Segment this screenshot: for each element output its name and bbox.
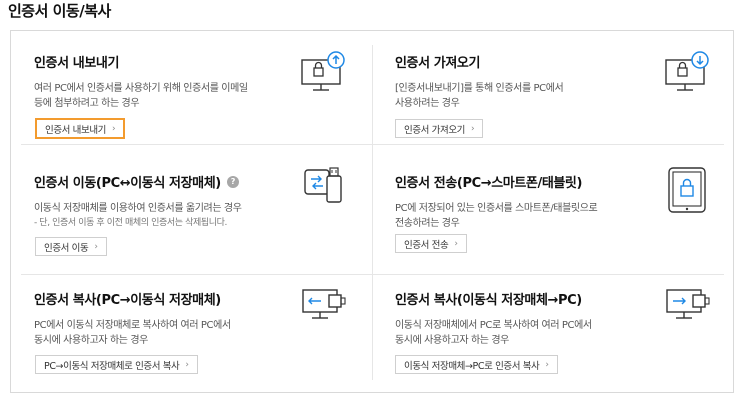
certificate-panel: 인증서 내보내기 여러 PC에서 인증서를 사용하기 위해 인증서를 이메일 등… xyxy=(10,30,734,393)
chevron-right-icon: › xyxy=(94,241,98,252)
desc-line: [인증서내보내기]를 통해 인증서를 PC에서 xyxy=(395,83,564,94)
help-icon[interactable]: ? xyxy=(226,175,239,188)
pc-usb-transfer-icon xyxy=(299,164,347,210)
monitor-copy-left-icon xyxy=(299,286,347,326)
card-title-text: 인증서 이동(PC↔이동식 저장매체) xyxy=(34,176,221,191)
monitor-download-icon xyxy=(663,50,711,94)
card-import: 인증서 가져오기 [인증서내보내기]를 통해 인증서를 PC에서 사용하려는 경… xyxy=(395,52,675,111)
card-desc: 이동식 저장매체에서 PC로 복사하여 여러 PC에서 동시에 사용하고자 하는… xyxy=(395,318,695,348)
chevron-right-icon: › xyxy=(454,238,458,249)
move-certificate-button[interactable]: 인증서 이동 › xyxy=(35,237,107,256)
monitor-copy-right-icon xyxy=(663,286,711,326)
page-title: 인증서 이동/복사 xyxy=(8,2,111,20)
card-desc: 여러 PC에서 인증서를 사용하기 위해 인증서를 이메일 등에 첨부하려고 하… xyxy=(34,81,334,111)
send-certificate-button[interactable]: 인증서 전송 › xyxy=(395,234,467,253)
desc-line: 전송하려는 경우 xyxy=(395,218,460,229)
desc-line: 이동식 저장매체에서 PC로 복사하여 여러 PC에서 xyxy=(395,320,592,331)
button-label: PC→이동식 저장매체로 인증서 복사 xyxy=(44,360,180,372)
card-desc: PC에 저장되어 있는 인증서를 스마트폰/태블릿으로 전송하려는 경우 xyxy=(395,201,695,231)
card-export: 인증서 내보내기 여러 PC에서 인증서를 사용하기 위해 인증서를 이메일 등… xyxy=(34,52,334,111)
export-certificate-button[interactable]: 인증서 내보내기 › xyxy=(35,118,126,139)
button-label: 인증서 이동 xyxy=(44,242,89,254)
desc-line: PC에 저장되어 있는 인증서를 스마트폰/태블릿으로 xyxy=(395,203,598,214)
copy-to-pc-button[interactable]: 이동식 저장매체→PC로 인증서 복사 › xyxy=(395,355,558,374)
card-title: 인증서 가져오기 xyxy=(395,56,481,71)
chevron-right-icon: › xyxy=(112,123,116,134)
card-title: 인증서 내보내기 xyxy=(34,56,120,71)
card-desc: [인증서내보내기]를 통해 인증서를 PC에서 사용하려는 경우 xyxy=(395,81,675,111)
card-title: 인증서 복사(이동식 저장매체→PC) xyxy=(395,293,582,308)
card-note: - 단, 인증서 이동 후 이전 매체의 인증서는 삭제됩니다. xyxy=(34,218,227,228)
smartphone-lock-icon xyxy=(663,166,711,214)
column-divider xyxy=(372,45,373,380)
copy-to-media-button[interactable]: PC→이동식 저장매체로 인증서 복사 › xyxy=(35,355,198,374)
desc-line: 사용하려는 경우 xyxy=(395,98,460,109)
chevron-right-icon: › xyxy=(185,359,189,370)
desc-line: 동시에 사용하고자 하는 경우 xyxy=(34,335,148,346)
chevron-right-icon: › xyxy=(471,123,475,134)
button-label: 인증서 내보내기 xyxy=(45,124,106,136)
card-send: 인증서 전송(PC→스마트폰/태블릿) PC에 저장되어 있는 인증서를 스마트… xyxy=(395,172,695,231)
desc-line: 등에 첨부하려고 하는 경우 xyxy=(34,98,140,109)
card-title: 인증서 전송(PC→스마트폰/태블릿) xyxy=(395,176,583,191)
monitor-upload-icon xyxy=(299,50,347,94)
desc-line: 여러 PC에서 인증서를 사용하기 위해 인증서를 이메일 xyxy=(34,83,248,94)
button-label: 인증서 전송 xyxy=(404,239,449,251)
button-label: 인증서 가져오기 xyxy=(404,124,465,136)
button-label: 이동식 저장매체→PC로 인증서 복사 xyxy=(404,360,540,372)
chevron-right-icon: › xyxy=(545,359,549,370)
desc-line: 동시에 사용하고자 하는 경우 xyxy=(395,335,509,346)
card-copy-to-pc: 인증서 복사(이동식 저장매체→PC) 이동식 저장매체에서 PC로 복사하여 … xyxy=(395,289,695,348)
import-certificate-button[interactable]: 인증서 가져오기 › xyxy=(395,119,484,138)
